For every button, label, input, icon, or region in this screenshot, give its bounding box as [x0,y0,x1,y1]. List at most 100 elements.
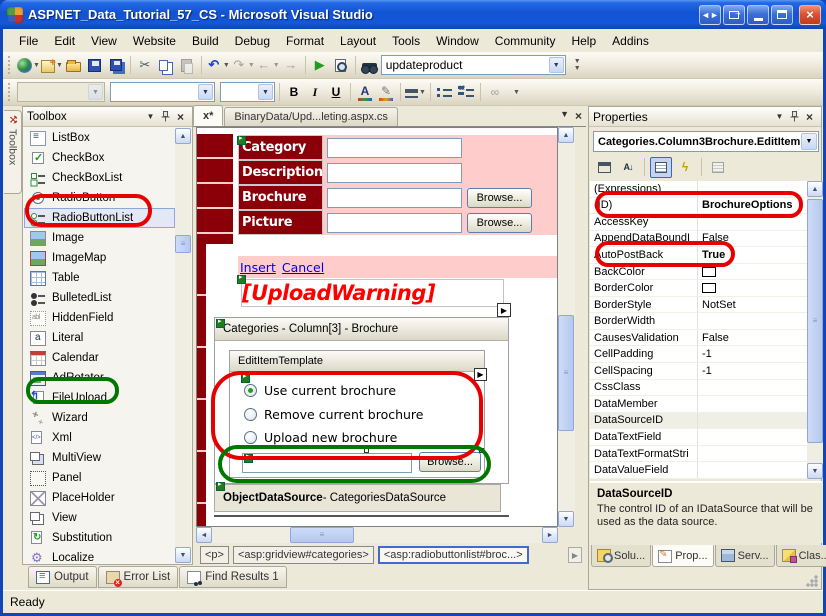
design-surface[interactable]: Category Description Brochure Browse... … [196,127,558,527]
description-textbox[interactable] [327,163,462,183]
toolbar-overflow-button[interactable]: ▼ [506,82,526,103]
property-row-borderstyle[interactable]: BorderStyleNotSet [590,297,807,314]
toolbox-item-radiobutton[interactable]: RadioButton [24,188,175,208]
scroll-up-icon[interactable]: ▲ [807,181,823,197]
italic-button[interactable]: I [305,82,325,103]
toolbox-item-radiobuttonlist[interactable]: RadioButtonList [24,208,175,228]
properties-pin-icon[interactable] [787,110,802,124]
scroll-down-icon[interactable]: ▼ [175,547,191,563]
radio-icon[interactable] [244,431,257,444]
scroll-up-icon[interactable]: ▲ [175,128,191,144]
property-row-datasourceid[interactable]: DataSourceID [590,413,807,430]
property-pages-button[interactable] [707,157,729,178]
save-button[interactable] [85,55,105,76]
document-close-icon[interactable]: × [575,109,582,123]
scrollbar-thumb[interactable] [558,315,574,431]
property-value[interactable]: -1 [698,348,807,360]
property-value[interactable]: -1 [698,365,807,377]
menu-file[interactable]: File [11,31,46,51]
asp-control-glyph[interactable] [244,454,253,463]
brochure-textbox[interactable] [327,188,462,208]
property-row-id[interactable]: (ID)BrochureOptions [590,198,807,215]
toolbar-overflow-button[interactable]: ▼▼ [567,55,587,76]
toolbox-item-checkboxlist[interactable]: CheckBoxList [24,168,175,188]
preview-button[interactable] [331,55,351,76]
properties-close-icon[interactable]: × [802,110,817,124]
properties-header[interactable]: Properties ▼ × [589,107,821,127]
toolbox-item-localize[interactable]: Localize [24,548,175,563]
toolbox-item-adrotator[interactable]: AdRotator [24,368,175,388]
font-size-dropdown-icon[interactable]: ▼ [258,84,273,100]
maximize-button[interactable] [771,5,793,25]
selection-handle[interactable] [479,448,484,453]
scroll-left-icon[interactable]: ◄ [196,527,212,543]
property-row-datatextfield[interactable]: DataTextField [590,429,807,446]
property-row-appenddatabound[interactable]: AppendDataBoundIFalse [590,231,807,248]
property-value[interactable]: False [698,232,807,244]
undo-button[interactable]: ↶▼ [206,55,230,76]
property-value[interactable]: BrochureOptions [698,199,807,211]
gridview-smart-tag-button[interactable]: ▶ [497,303,511,317]
tag-navigator-more-icon[interactable]: ▶ [568,547,582,563]
menu-addins[interactable]: Addins [604,31,657,51]
copy-button[interactable] [156,55,176,76]
toolbox-item-image[interactable]: Image [24,228,175,248]
font-combo[interactable]: ▼ [110,82,215,102]
edititemtemplate-header[interactable]: EditItemTemplate [230,351,484,372]
property-value[interactable]: True [698,249,807,261]
toolbox-item-panel[interactable]: Panel [24,468,175,488]
toolbox-item-bulletedlist[interactable]: BulletedList [24,288,175,308]
session-resize-button[interactable]: ◄► [699,5,721,25]
scroll-up-icon[interactable]: ▲ [558,127,574,143]
toolbox-item-table[interactable]: Table [24,268,175,288]
font-size-combo[interactable]: ▼ [220,82,275,102]
toolbox-item-imagemap[interactable]: ImageMap [24,248,175,268]
properties-window-menu-icon[interactable]: ▼ [772,110,787,124]
tag-p[interactable]: <p> [200,546,229,564]
scroll-right-icon[interactable]: ► [542,527,558,543]
toolbox-item-calendar[interactable]: Calendar [24,348,175,368]
radio-upload-new-brochure[interactable]: Upload new brochure [244,427,397,447]
toolbox-close-icon[interactable]: × [173,110,188,124]
tab-output[interactable]: Output [28,566,97,588]
cut-button[interactable]: ✂ [135,55,155,76]
tab-error-list[interactable]: Error List [98,566,179,588]
new-website-button[interactable]: ▼ [17,55,40,76]
menu-layout[interactable]: Layout [332,31,384,51]
template-editor-header[interactable]: Categories - Column[3] - Brochure [215,318,508,341]
upload-warning-label[interactable]: [UploadWarning] [241,279,504,307]
numbered-list-button[interactable] [456,82,476,103]
align-button[interactable]: ▼ [405,82,426,103]
tab-class-view[interactable]: Clas... [776,545,826,567]
radiobuttonlist-smart-tag-button[interactable]: ▶ [474,368,487,381]
toolbox-item-placeholder[interactable]: PlaceHolder [24,488,175,508]
property-row-cssclass[interactable]: CssClass [590,380,807,397]
properties-object-selector[interactable]: Categories.Column3Brochure.EditItem ▼ [593,131,819,152]
property-row-autopostback[interactable]: AutoPostBackTrue [590,247,807,264]
menu-edit[interactable]: Edit [46,31,83,51]
toolbox-item-listbox[interactable]: ListBox [24,128,175,148]
start-debugging-button[interactable]: ▶ [310,55,330,76]
menu-debug[interactable]: Debug [227,31,278,51]
toolbox-pin-icon[interactable] [158,110,173,124]
asp-control-glyph[interactable] [237,136,246,145]
property-row-bordercolor[interactable]: BorderColor [590,280,807,297]
toolbox-item-xml[interactable]: Xml [24,428,175,448]
find-combo-dropdown-icon[interactable]: ▼ [549,57,564,73]
style-combo[interactable]: ▼ [17,82,105,102]
designer-vertical-scrollbar[interactable]: ▲ ▼ [558,127,575,527]
toolbox-item-view[interactable]: View [24,508,175,528]
toolbox-window-menu-icon[interactable]: ▼ [143,110,158,124]
property-row-accesskey[interactable]: AccessKey [590,214,807,231]
toolbox-item-hiddenfield[interactable]: HiddenField [24,308,175,328]
radio-use-current-brochure[interactable]: Use current brochure [244,380,396,400]
radio-icon[interactable] [244,408,257,421]
picture-textbox[interactable] [327,213,462,233]
find-in-files-button[interactable] [360,55,380,76]
hyperlink-button[interactable]: ∞ [485,82,505,103]
property-row-expressions[interactable]: (Expressions) [590,181,807,198]
insert-link[interactable]: Insert [240,260,276,275]
picture-browse-button[interactable]: Browse... [467,213,532,233]
toolbox-item-fileupload[interactable]: FileUpload [24,388,175,408]
asp-control-glyph[interactable] [216,319,225,328]
